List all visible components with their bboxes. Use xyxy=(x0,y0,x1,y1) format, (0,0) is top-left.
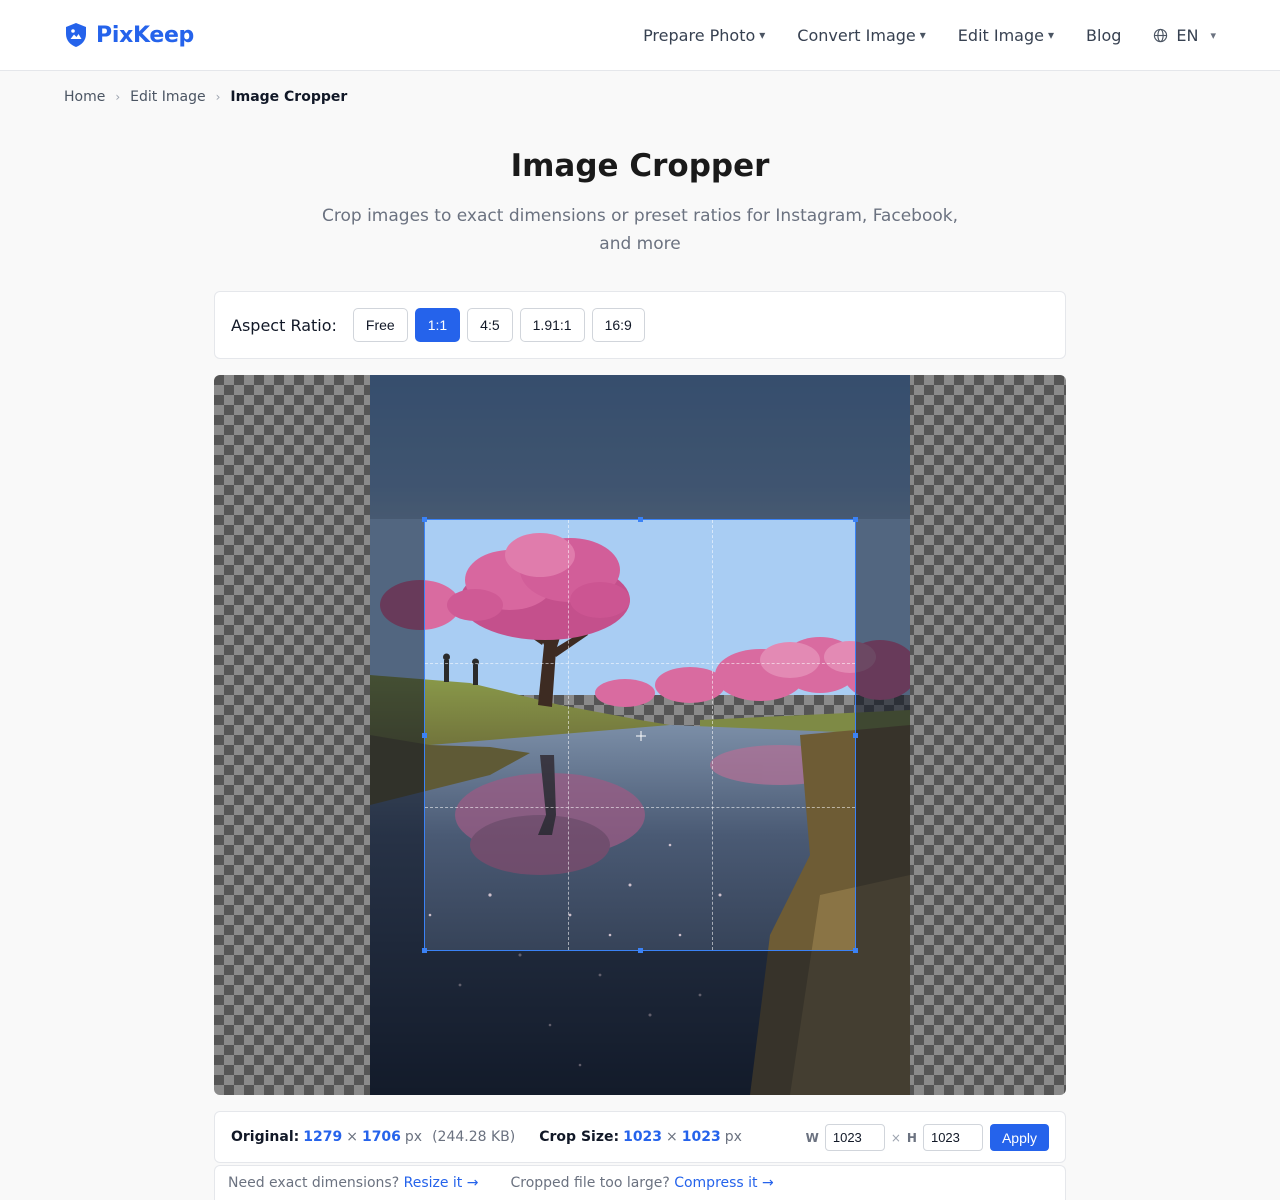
dimension-inputs: W × H Apply xyxy=(806,1124,1049,1151)
crop-canvas[interactable] xyxy=(214,375,1066,1095)
crop-handle-right[interactable] xyxy=(853,733,858,738)
breadcrumb-edit-image[interactable]: Edit Image xyxy=(130,89,205,105)
crop-grid-line xyxy=(425,806,855,808)
file-size: (244.28 KB) xyxy=(432,1129,516,1145)
original-height: 1706 xyxy=(361,1129,401,1145)
brand-name: PixKeep xyxy=(96,22,195,48)
breadcrumb-separator: › xyxy=(115,90,121,104)
ratio-1-1-button[interactable]: 1:1 xyxy=(414,308,461,342)
crop-handle-bottom-left[interactable] xyxy=(422,948,427,953)
aspect-ratio-label: Aspect Ratio: xyxy=(231,315,337,335)
ratio-free-button[interactable]: Free xyxy=(352,308,408,342)
page-title: Image Cropper xyxy=(510,148,770,184)
logo[interactable]: PixKeep xyxy=(64,20,194,50)
width-label: W xyxy=(805,1130,819,1145)
related-tools-links: Need exact dimensions? Resize it → Cropp… xyxy=(214,1165,1066,1200)
times-sign: × xyxy=(666,1129,678,1145)
nav-prepare-photo[interactable]: Prepare Photo ▾ xyxy=(643,26,765,45)
crop-grid-line xyxy=(711,520,713,950)
ratio-16-9-button[interactable]: 16:9 xyxy=(591,308,645,342)
language-label: EN xyxy=(1176,25,1199,45)
compress-hint: Cropped file too large? Compress it → xyxy=(510,1175,773,1191)
resize-prompt: Need exact dimensions? xyxy=(228,1175,400,1191)
crop-height: 1023 xyxy=(681,1129,721,1145)
ratio-1-91-1-button[interactable]: 1.91:1 xyxy=(519,308,585,342)
breadcrumb-home[interactable]: Home xyxy=(64,89,105,105)
nav-label: Edit Image xyxy=(957,25,1044,45)
breadcrumb-separator: › xyxy=(215,90,221,104)
nav-label: Prepare Photo xyxy=(643,25,756,45)
unit-label: px xyxy=(404,1129,423,1145)
globe-icon xyxy=(1154,28,1168,42)
compress-prompt: Cropped file too large? xyxy=(510,1175,670,1191)
caret-down-icon: ▾ xyxy=(1210,28,1216,42)
crop-handle-top-left[interactable] xyxy=(422,517,427,522)
crop-size-label: Crop Size: xyxy=(539,1129,620,1145)
page-subtitle: Crop images to exact dimensions or prese… xyxy=(322,206,958,254)
times-sign: × xyxy=(890,1130,901,1145)
crop-handle-bottom[interactable] xyxy=(638,948,643,953)
crop-grid-line xyxy=(568,520,570,950)
site-header: PixKeep Prepare Photo ▾ Convert Image ▾ … xyxy=(0,0,1280,71)
caret-down-icon: ▾ xyxy=(759,28,766,42)
nav-edit-image[interactable]: Edit Image ▾ xyxy=(958,26,1054,45)
nav-blog[interactable]: Blog xyxy=(1086,26,1121,45)
aspect-ratio-panel: Aspect Ratio: Free 1:1 4:5 1.91:1 16:9 xyxy=(214,291,1066,359)
crop-selection-box[interactable] xyxy=(422,517,858,953)
ratio-4-5-button[interactable]: 4:5 xyxy=(467,308,513,342)
resize-link[interactable]: Resize it → xyxy=(404,1175,479,1191)
breadcrumb-current: Image Cropper xyxy=(230,89,348,105)
shield-photo-icon xyxy=(66,23,86,47)
compress-link[interactable]: Compress it → xyxy=(674,1175,774,1191)
resize-hint: Need exact dimensions? Resize it → xyxy=(228,1175,478,1191)
height-label: H xyxy=(906,1130,917,1145)
original-width: 1279 xyxy=(303,1129,343,1145)
times-sign: × xyxy=(346,1129,358,1145)
crop-info-panel: Original: 1279 × 1706 px (244.28 KB) Cro… xyxy=(214,1111,1066,1163)
main-nav: Prepare Photo ▾ Convert Image ▾ Edit Ima… xyxy=(611,22,1216,48)
crop-grid-line xyxy=(425,663,855,665)
crop-handle-left[interactable] xyxy=(422,733,427,738)
crop-handle-bottom-right[interactable] xyxy=(853,948,858,953)
breadcrumb: Home › Edit Image › Image Cropper xyxy=(64,89,347,105)
width-input[interactable] xyxy=(824,1124,885,1151)
crop-size: Crop Size: 1023 × 1023 px xyxy=(539,1129,742,1145)
original-size: Original: 1279 × 1706 px (244.28 KB) xyxy=(231,1129,515,1145)
apply-button[interactable]: Apply xyxy=(989,1124,1049,1151)
crop-width: 1023 xyxy=(623,1129,663,1145)
caret-down-icon: ▾ xyxy=(1047,28,1055,42)
crosshair-icon xyxy=(636,731,646,741)
language-selector[interactable]: EN ▾ xyxy=(1153,26,1216,45)
unit-label: px xyxy=(724,1129,742,1145)
caret-down-icon: ▾ xyxy=(919,28,926,42)
nav-convert-image[interactable]: Convert Image ▾ xyxy=(797,26,926,45)
height-input[interactable] xyxy=(922,1124,983,1151)
crop-handle-top-right[interactable] xyxy=(853,517,858,522)
nav-label: Blog xyxy=(1086,25,1122,45)
nav-label: Convert Image xyxy=(797,25,916,45)
crop-handle-top[interactable] xyxy=(638,517,643,522)
original-label: Original: xyxy=(231,1129,300,1145)
